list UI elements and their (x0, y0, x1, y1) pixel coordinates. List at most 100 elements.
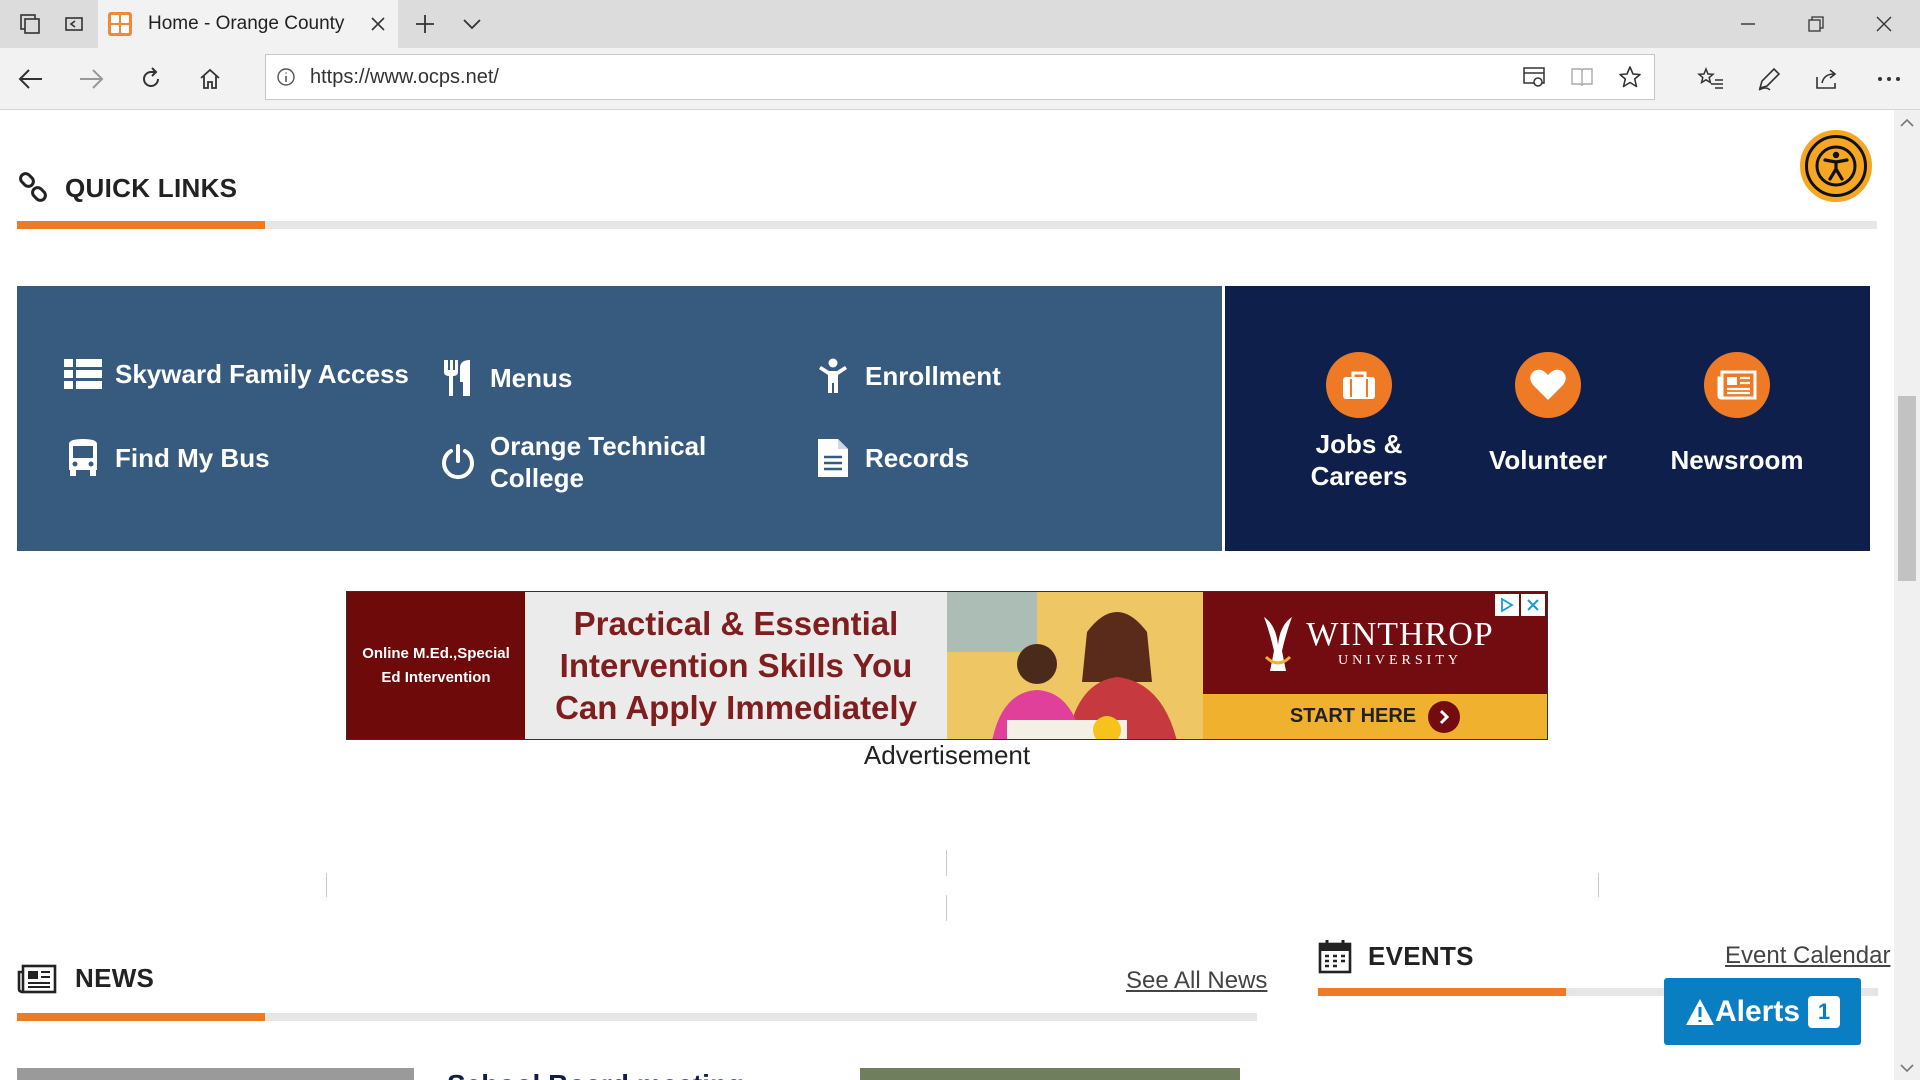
quick-link-enrollment[interactable]: Enrollment (811, 358, 1001, 394)
ad-photo-illustration (947, 592, 1203, 739)
web-notes-button[interactable] (1744, 54, 1794, 104)
close-icon (1876, 16, 1892, 32)
set-aside-tabs-button[interactable] (44, 0, 104, 48)
forward-button[interactable] (66, 54, 116, 104)
more-icon (1878, 77, 1900, 81)
chevron-down-icon (1900, 1063, 1914, 1072)
warning-icon (1685, 998, 1714, 1025)
minimize-button[interactable] (1714, 0, 1782, 48)
quick-links-panel: Skyward Family Access Menus Enrollment F… (17, 286, 1222, 551)
ad-choices-icon (1501, 598, 1514, 612)
tab-bar: Home - Orange County (0, 0, 1920, 48)
back-button[interactable] (6, 54, 56, 104)
quick-link-label: Orange Technical College (490, 431, 707, 493)
quick-link-label: Records (865, 443, 970, 473)
ad-close-button[interactable] (1521, 594, 1545, 616)
ad-headline: Practical & Essential Intervention Skill… (525, 592, 947, 739)
power-icon (442, 444, 474, 480)
scroll-down-button[interactable] (1894, 1056, 1920, 1080)
news-title: NEWS (75, 963, 155, 993)
divider (1598, 873, 1599, 897)
close-window-button[interactable] (1850, 0, 1918, 48)
settings-more-button[interactable] (1864, 54, 1914, 104)
events-title: EVENTS (1368, 940, 1474, 971)
scrollbar-thumb[interactable] (1898, 396, 1916, 581)
set-aside-icon (65, 17, 83, 31)
tab-title: Home - Orange County (148, 13, 345, 34)
page-content: QUICK LINKS Skyward Family Access Menus … (0, 110, 1920, 1080)
book-icon (1571, 68, 1593, 87)
alerts-label: Alerts (1714, 994, 1801, 1028)
newspaper-icon (17, 964, 57, 993)
tab-previews-button[interactable] (442, 0, 502, 48)
news-thumbnail[interactable] (860, 1068, 1240, 1080)
link-icon (19, 172, 47, 202)
scroll-up-button[interactable] (1894, 110, 1920, 134)
tabs-icon (20, 14, 40, 34)
star-icon (1619, 66, 1641, 88)
heart-icon (1530, 369, 1566, 400)
restore-icon (1808, 16, 1824, 32)
divider (946, 895, 947, 921)
newspaper-icon (1717, 370, 1757, 400)
quick-link-orange-technical-college[interactable]: Orange Technical College (436, 430, 720, 494)
quick-links-title: QUICK LINKS (65, 172, 238, 203)
ad-brand-sub: UNIVERSITY (1338, 653, 1462, 668)
featured-link-label: Volunteer (1489, 445, 1607, 475)
close-icon (1527, 599, 1539, 611)
featured-link-volunteer[interactable]: Volunteer (1453, 352, 1643, 476)
featured-link-jobs-careers[interactable]: Jobs & Careers (1264, 352, 1454, 492)
page-scrollbar[interactable] (1894, 110, 1920, 1080)
news-item-title[interactable]: School Board meeting (447, 1065, 744, 1080)
favorite-button[interactable] (1606, 55, 1654, 99)
add-notes-button[interactable] (1510, 55, 1558, 99)
quick-link-label: Enrollment (865, 361, 1001, 391)
news-thumbnail[interactable] (17, 1068, 414, 1080)
ad-choices-button[interactable] (1495, 594, 1519, 616)
list-icon (64, 359, 102, 389)
web-note-icon (1523, 67, 1545, 87)
reading-view-button[interactable] (1558, 55, 1606, 99)
featured-link-label: Newsroom (1670, 445, 1804, 475)
advertisement-banner[interactable]: Online M.Ed.,Special Ed Intervention Pra… (346, 591, 1548, 740)
restore-button[interactable] (1782, 0, 1850, 48)
home-button[interactable] (185, 54, 235, 104)
favorites-hub-button[interactable] (1686, 54, 1736, 104)
news-header: NEWS (17, 963, 154, 994)
url-text[interactable]: https://www.ocps.net/ (310, 66, 1510, 89)
quick-links-underline (17, 221, 1877, 229)
refresh-button[interactable] (126, 54, 176, 104)
minimize-icon (1741, 23, 1755, 25)
event-calendar-link[interactable]: Event Calendar (1725, 942, 1890, 970)
address-bar[interactable]: https://www.ocps.net/ (265, 54, 1655, 100)
briefcase-icon (1343, 371, 1375, 399)
advertisement-label: Advertisement (863, 740, 1031, 770)
ad-cta-button[interactable]: START HERE (1203, 694, 1547, 739)
child-icon (819, 358, 847, 393)
alerts-button[interactable]: Alerts 1 (1664, 978, 1861, 1045)
accessibility-icon (1815, 145, 1857, 187)
tab-close-button[interactable] (358, 0, 398, 48)
pen-icon (1758, 67, 1781, 91)
quick-link-find-my-bus[interactable]: Find My Bus (61, 438, 270, 478)
see-all-news-link[interactable]: See All News (1126, 967, 1267, 995)
quick-link-label: Skyward Family Access (115, 359, 409, 389)
quick-links-header: QUICK LINKS (17, 172, 237, 204)
ad-program-text: Online M.Ed.,Special Ed Intervention (347, 592, 525, 739)
featured-link-newsroom[interactable]: Newsroom (1642, 352, 1832, 476)
ocps-favicon-icon (108, 12, 132, 36)
quick-link-menus[interactable]: Menus (436, 358, 572, 398)
browser-tab-active[interactable]: Home - Orange County (98, 0, 398, 48)
navigation-bar: https://www.ocps.net/ (0, 48, 1920, 110)
chevron-down-icon (463, 19, 481, 30)
document-icon (818, 439, 848, 477)
quick-link-records[interactable]: Records (811, 438, 969, 478)
news-underline (17, 1013, 1257, 1021)
site-info-button[interactable] (266, 55, 306, 99)
home-icon (200, 68, 220, 89)
featured-links-panel: Jobs & Careers Volunteer Newsroom (1225, 286, 1870, 551)
quick-link-skyward[interactable]: Skyward Family Access (61, 358, 409, 390)
info-icon (277, 68, 295, 86)
share-button[interactable] (1802, 54, 1852, 104)
accessibility-button[interactable] (1800, 130, 1872, 202)
